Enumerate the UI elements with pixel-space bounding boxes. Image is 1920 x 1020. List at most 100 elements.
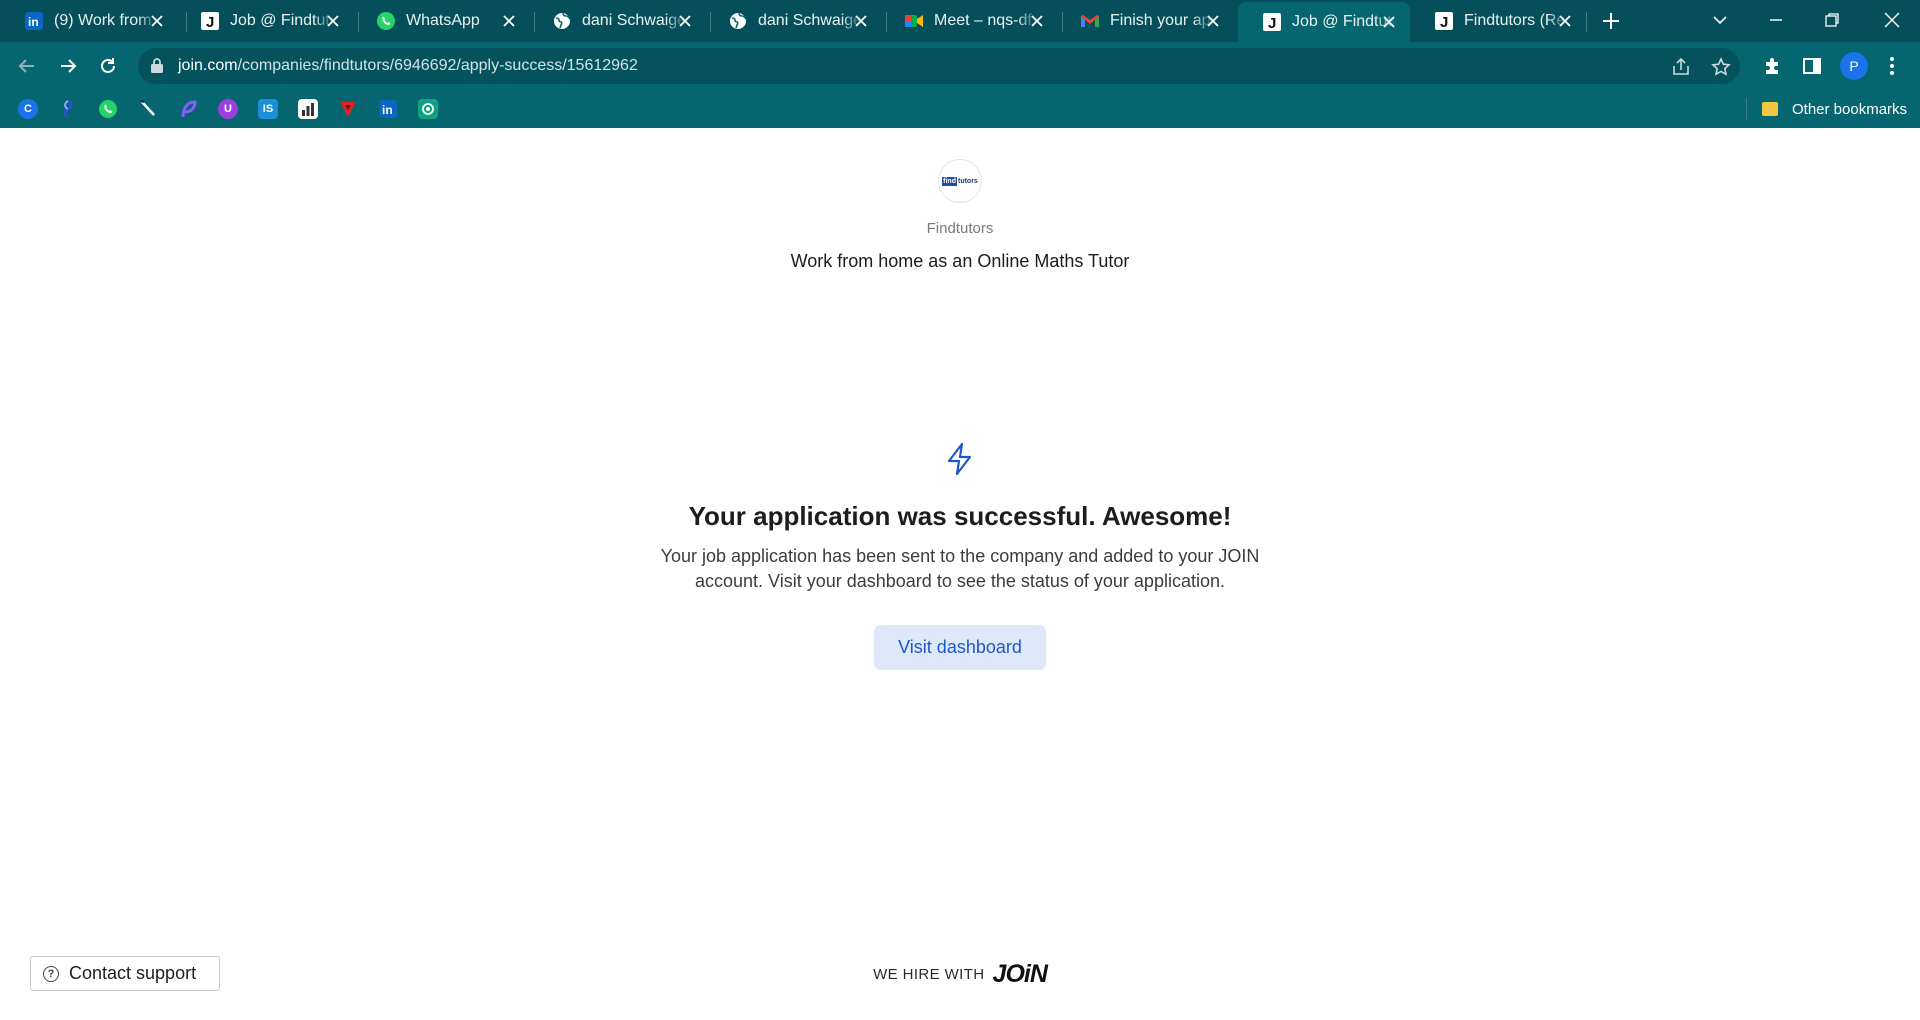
swirl-bookmark-icon[interactable] [58,99,78,119]
linkedin-icon: in [24,11,44,31]
url-host: join.com [178,57,238,74]
tab-title: Finish your application [1110,12,1214,29]
tab-dani-schwaiger-2[interactable]: dani Schwaiger [704,0,882,42]
url-text[interactable]: join.com/companies/findtutors/6946692/ap… [178,57,638,75]
browser-toolbar: join.com/companies/findtutors/6946692/ap… [0,42,1920,90]
chart-bookmark-icon[interactable] [298,99,318,119]
more-menu-icon[interactable] [1881,55,1903,77]
close-icon[interactable] [852,12,870,30]
hire-with-footer[interactable]: WE HIRE WITH JOiN [0,960,1920,989]
feather-bookmark-icon[interactable] [178,99,198,119]
close-icon [1884,12,1900,28]
close-icon[interactable] [324,12,342,30]
bookmark-divider [1746,98,1747,120]
page-content: find tutors Findtutors Work from home as … [0,128,1920,1020]
u-bookmark-icon[interactable]: U [218,99,238,119]
close-icon[interactable] [676,12,694,30]
side-panel-icon[interactable] [1801,55,1823,77]
tab-title: (9) Work from [54,12,152,29]
svg-text:J: J [1268,15,1276,31]
close-icon[interactable] [148,12,166,30]
tab-whatsapp[interactable]: WhatsApp [352,0,530,42]
tab-join-findtutors-active[interactable]: J Job @ Findtutors [1238,2,1410,42]
arrow-left-icon [18,59,34,73]
success-description: Your job application has been sent to th… [660,546,1260,591]
plus-icon [1603,13,1619,29]
gmail-icon [1080,11,1100,31]
tab-divider [1586,12,1587,32]
address-bar[interactable]: join.com/companies/findtutors/6946692/ap… [138,48,1740,84]
tab-dani-schwaiger-1[interactable]: dani Schwaiger [528,0,706,42]
minimize-button[interactable] [1748,0,1804,40]
join-icon: J [1262,12,1282,32]
svg-text:in: in [382,103,393,117]
close-icon[interactable] [500,12,518,30]
reload-button[interactable] [92,50,124,82]
openai-bookmark-icon[interactable] [418,99,438,119]
tab-title: Job @ Findtutors [230,12,334,29]
success-headline: Your application was successful. Awesome… [688,501,1232,531]
linkedin-bookmark-icon[interactable]: in [378,99,398,119]
url-path: /companies/findtutors/6946692/apply-succ… [237,57,638,74]
join-logo: JOiN [992,960,1048,988]
restore-icon [1825,13,1839,27]
tab-findtutors-recruiting[interactable]: J Findtutors (Re [1410,0,1586,42]
reload-icon [101,58,115,73]
tab-join-findtutors[interactable]: J Job @ Findtutors [176,0,354,42]
tab-search-button[interactable] [1692,0,1748,40]
is-bookmark-icon[interactable]: IS [258,99,278,119]
globe-icon [552,11,572,31]
tab-linkedin[interactable]: in (9) Work from [0,0,178,42]
tab-google-meet[interactable]: Meet – nqs-dfx [880,0,1058,42]
chevron-down-icon [1713,16,1727,25]
back-button[interactable] [11,50,43,82]
svg-text:J: J [206,14,214,30]
tab-strip: in (9) Work from J Job @ Findtutors What… [0,0,1920,42]
close-icon[interactable] [1556,12,1574,30]
folder-icon [1762,102,1778,116]
bookmark-label: U [224,103,232,115]
star-icon[interactable] [1710,56,1732,78]
svg-text:J: J [1440,14,1448,30]
join-icon: J [200,11,220,31]
tab-title: dani Schwaiger [758,12,862,29]
share-icon[interactable] [1670,56,1692,78]
tab-title: dani Schwaiger [582,12,686,29]
company-name: Findtutors [926,220,994,237]
tab-title: Findtutors (Re [1464,12,1566,29]
bookmarks-bar: C U IS in Other bookmarks [0,90,1920,128]
lock-icon[interactable] [150,57,164,79]
arrow-right-icon [61,59,77,73]
extensions-puzzle-icon[interactable] [1762,55,1784,77]
close-icon[interactable] [1028,12,1046,30]
company-logo: find tutors [938,159,982,203]
new-tab-button[interactable] [1598,8,1624,34]
c-bookmark-icon[interactable]: C [18,99,38,119]
whatsapp-bookmark-icon[interactable] [98,99,118,119]
join-icon: J [1434,11,1454,31]
logo-text-find: find [942,176,957,186]
close-window-button[interactable] [1864,0,1920,40]
other-bookmarks-label: Other bookmarks [1792,100,1908,118]
bookmark-label: IS [262,103,274,115]
bookmark-label: C [24,103,32,115]
v-bookmark-icon[interactable] [338,99,358,119]
visit-dashboard-button[interactable]: Visit dashboard [874,625,1046,670]
job-title: Work from home as an Online Maths Tutor [790,251,1130,271]
minimize-icon [1770,19,1782,21]
logo-text-tutors: tutors [957,177,978,185]
lightning-icon [947,442,972,476]
tab-gmail[interactable]: Finish your application [1056,0,1234,42]
profile-avatar[interactable]: P [1840,52,1868,80]
close-icon[interactable] [1204,12,1222,30]
forward-button[interactable] [52,50,84,82]
whatsapp-icon [376,11,396,31]
tab-title: WhatsApp [406,12,480,29]
pen-bookmark-icon[interactable] [138,99,158,119]
other-bookmarks-folder[interactable]: Other bookmarks [1762,99,1907,119]
svg-text:in: in [28,15,39,29]
globe-icon [728,11,748,31]
restore-button[interactable] [1804,0,1860,40]
close-icon[interactable] [1380,13,1398,31]
google-meet-icon [904,11,924,31]
